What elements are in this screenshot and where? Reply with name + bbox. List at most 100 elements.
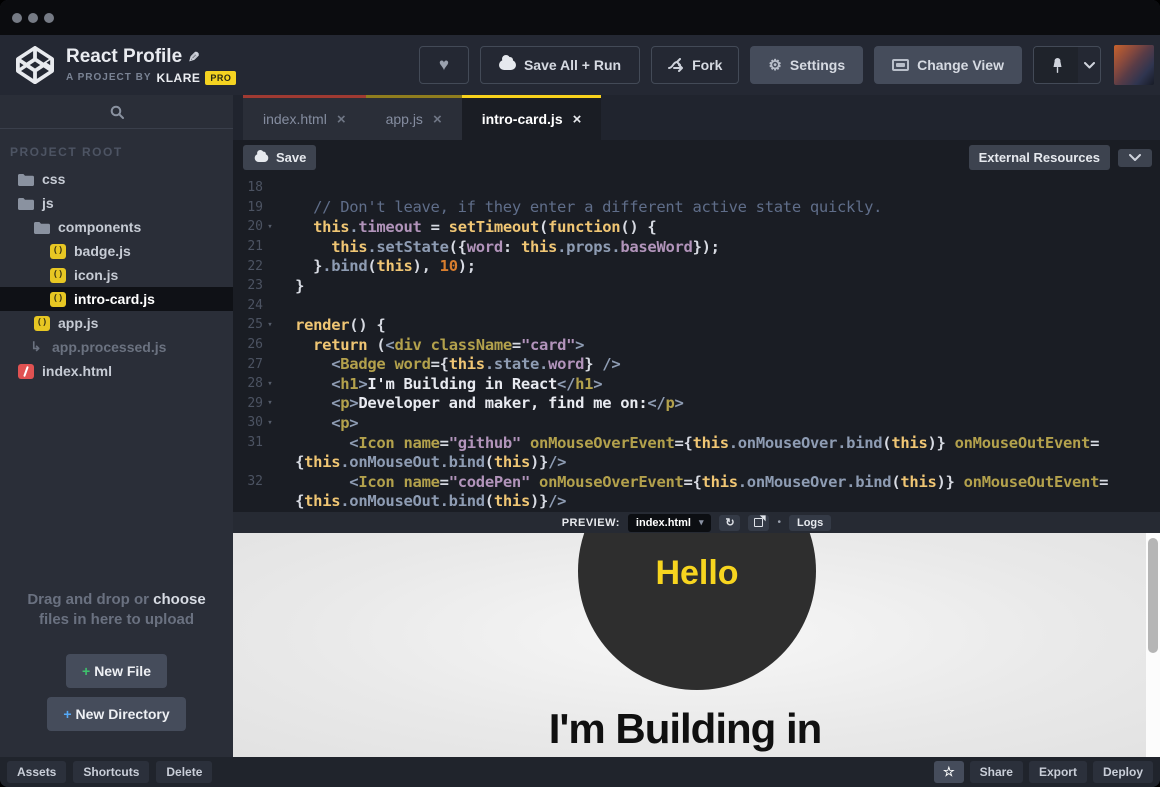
preview-open-new-window-button[interactable] — [748, 515, 769, 531]
line-number[interactable]: 18 — [233, 180, 263, 195]
tab-intro-card.js[interactable]: intro-card.js× — [462, 95, 602, 140]
code-line-wrap: {this.onMouseOut.bind(this)}/> — [233, 492, 1160, 512]
preview-refresh-button[interactable]: ↻ — [719, 515, 740, 531]
file-index.html[interactable]: index.html — [0, 359, 233, 383]
file-app.processed.js[interactable]: ↳app.processed.js — [0, 335, 233, 359]
edit-title-icon[interactable]: ✎ — [188, 46, 200, 68]
external-resources-button[interactable]: External Resources — [969, 145, 1110, 170]
code-line-27: 27 <Badge word={this.state.word} /> — [233, 354, 1160, 374]
line-number[interactable]: 20 — [233, 219, 263, 234]
file-label: js — [42, 195, 54, 211]
code-text: <Icon name="codePen" onMouseOverEvent={t… — [277, 473, 1108, 491]
new-file-button[interactable]: +New File — [66, 654, 167, 688]
pin-dropdown-button[interactable] — [1078, 47, 1100, 83]
html-file-icon — [18, 364, 34, 379]
line-number[interactable]: 30 — [233, 415, 263, 430]
save-all-run-button[interactable]: Save All + Run — [480, 46, 640, 84]
editor-options-button[interactable] — [1118, 149, 1152, 167]
line-number[interactable]: 23 — [233, 278, 263, 293]
export-button[interactable]: Export — [1029, 761, 1087, 783]
preview-bar: PREVIEW: index.html ▾ ↻ • Logs — [233, 512, 1160, 533]
fold-arrow-icon[interactable]: ▾ — [263, 418, 277, 428]
heart-icon: ♥ — [439, 55, 449, 75]
tab-index.html[interactable]: index.html × — [243, 95, 366, 140]
tab-label: index.html — [263, 111, 327, 127]
file-app.js[interactable]: ()app.js — [0, 311, 233, 335]
file-badge.js[interactable]: () badge.js — [0, 239, 233, 263]
preview-scrollbar[interactable] — [1146, 533, 1160, 757]
fold-arrow-icon[interactable]: ▾ — [263, 320, 277, 330]
fold-arrow-icon[interactable]: ▾ — [263, 222, 277, 232]
js-file-icon: () — [50, 244, 66, 259]
file-icon.js[interactable]: ()icon.js — [0, 263, 233, 287]
deploy-button[interactable]: Deploy — [1093, 761, 1153, 783]
love-button[interactable]: ♥ — [419, 46, 469, 84]
shortcuts-button[interactable]: Shortcuts — [73, 761, 149, 783]
folder-js[interactable]: js — [0, 191, 233, 215]
save-button[interactable]: Save — [243, 145, 316, 170]
logs-button[interactable]: Logs — [789, 515, 831, 531]
code-text: <p> — [277, 414, 358, 432]
file-label: index.html — [42, 363, 112, 379]
file-label: badge.js — [74, 243, 131, 259]
project-byline: A PROJECT BY Klare PRO — [66, 71, 236, 85]
choose-files-link[interactable]: choose — [153, 591, 206, 608]
line-number[interactable]: 28 — [233, 376, 263, 391]
fold-arrow-icon[interactable]: ▾ — [263, 398, 277, 408]
project-root-label: PROJECT ROOT — [0, 129, 233, 167]
pin-button[interactable] — [1034, 47, 1078, 83]
cloud-icon — [255, 154, 269, 162]
tab-app.js[interactable]: app.js× — [366, 95, 462, 140]
byline-prefix: A PROJECT BY — [66, 72, 152, 83]
code-line-26: 26 return (<div className="card"> — [233, 335, 1160, 355]
search-icon — [110, 105, 124, 119]
share-button[interactable]: Share — [970, 761, 1023, 783]
fork-icon — [668, 58, 684, 72]
close-tab-icon[interactable]: × — [573, 111, 582, 128]
fork-button[interactable]: Fork — [651, 46, 739, 84]
code-line-20: 20▾ this.timeout = setTimeout(function()… — [233, 217, 1160, 237]
line-number[interactable]: 19 — [233, 200, 263, 215]
preview-scrollbar-thumb[interactable] — [1148, 538, 1158, 653]
js-file-icon: () — [50, 292, 66, 307]
change-view-button[interactable]: Change View — [874, 46, 1022, 84]
line-number[interactable]: 27 — [233, 357, 263, 372]
view-icon — [892, 59, 909, 71]
code-text: {this.onMouseOut.bind(this)}/> — [277, 492, 566, 510]
file-intro-card.js[interactable]: ()intro-card.js — [0, 287, 233, 311]
assets-button[interactable]: Assets — [7, 761, 66, 783]
delete-button[interactable]: Delete — [156, 761, 212, 783]
folder-components[interactable]: components — [0, 215, 233, 239]
line-number[interactable]: 24 — [233, 298, 263, 313]
window-dot-1[interactable] — [12, 13, 22, 23]
preview-file-select[interactable]: index.html ▾ — [628, 514, 712, 532]
window-dot-2[interactable] — [28, 13, 38, 23]
folder-icon — [18, 197, 34, 210]
line-number[interactable]: 31 — [233, 435, 263, 450]
fold-arrow-icon[interactable]: ▾ — [263, 379, 277, 389]
line-number[interactable]: 29 — [233, 396, 263, 411]
line-number[interactable]: 21 — [233, 239, 263, 254]
editor-tab-bar: index.html×app.js×intro-card.js× — [233, 95, 1160, 140]
file-search[interactable] — [0, 95, 233, 129]
line-number[interactable]: 26 — [233, 337, 263, 352]
line-number[interactable]: 22 — [233, 259, 263, 274]
window-dot-3[interactable] — [44, 13, 54, 23]
line-number[interactable]: 25 — [233, 317, 263, 332]
upload-drop-hint[interactable]: Drag and drop or choose files in here to… — [0, 590, 233, 630]
favorite-button[interactable]: ☆ — [934, 761, 964, 783]
close-tab-icon[interactable]: × — [337, 111, 346, 128]
line-number[interactable]: 32 — [233, 474, 263, 489]
chevron-down-icon — [1129, 154, 1141, 162]
external-link-icon — [754, 518, 763, 527]
new-directory-button[interactable]: +New Directory — [47, 697, 185, 731]
code-editor[interactable]: 1819 // Don't leave, if they enter a dif… — [233, 175, 1160, 512]
close-tab-icon[interactable]: × — [433, 111, 442, 128]
user-avatar[interactable] — [1114, 45, 1154, 85]
cloud-icon — [499, 60, 516, 70]
code-text: <Badge word={this.state.word} /> — [277, 355, 620, 373]
settings-button[interactable]: ⚙ Settings — [750, 46, 863, 84]
author-name[interactable]: Klare — [157, 71, 201, 85]
preview-heading: I'm Building in — [233, 705, 1137, 753]
folder-css[interactable]: css — [0, 167, 233, 191]
